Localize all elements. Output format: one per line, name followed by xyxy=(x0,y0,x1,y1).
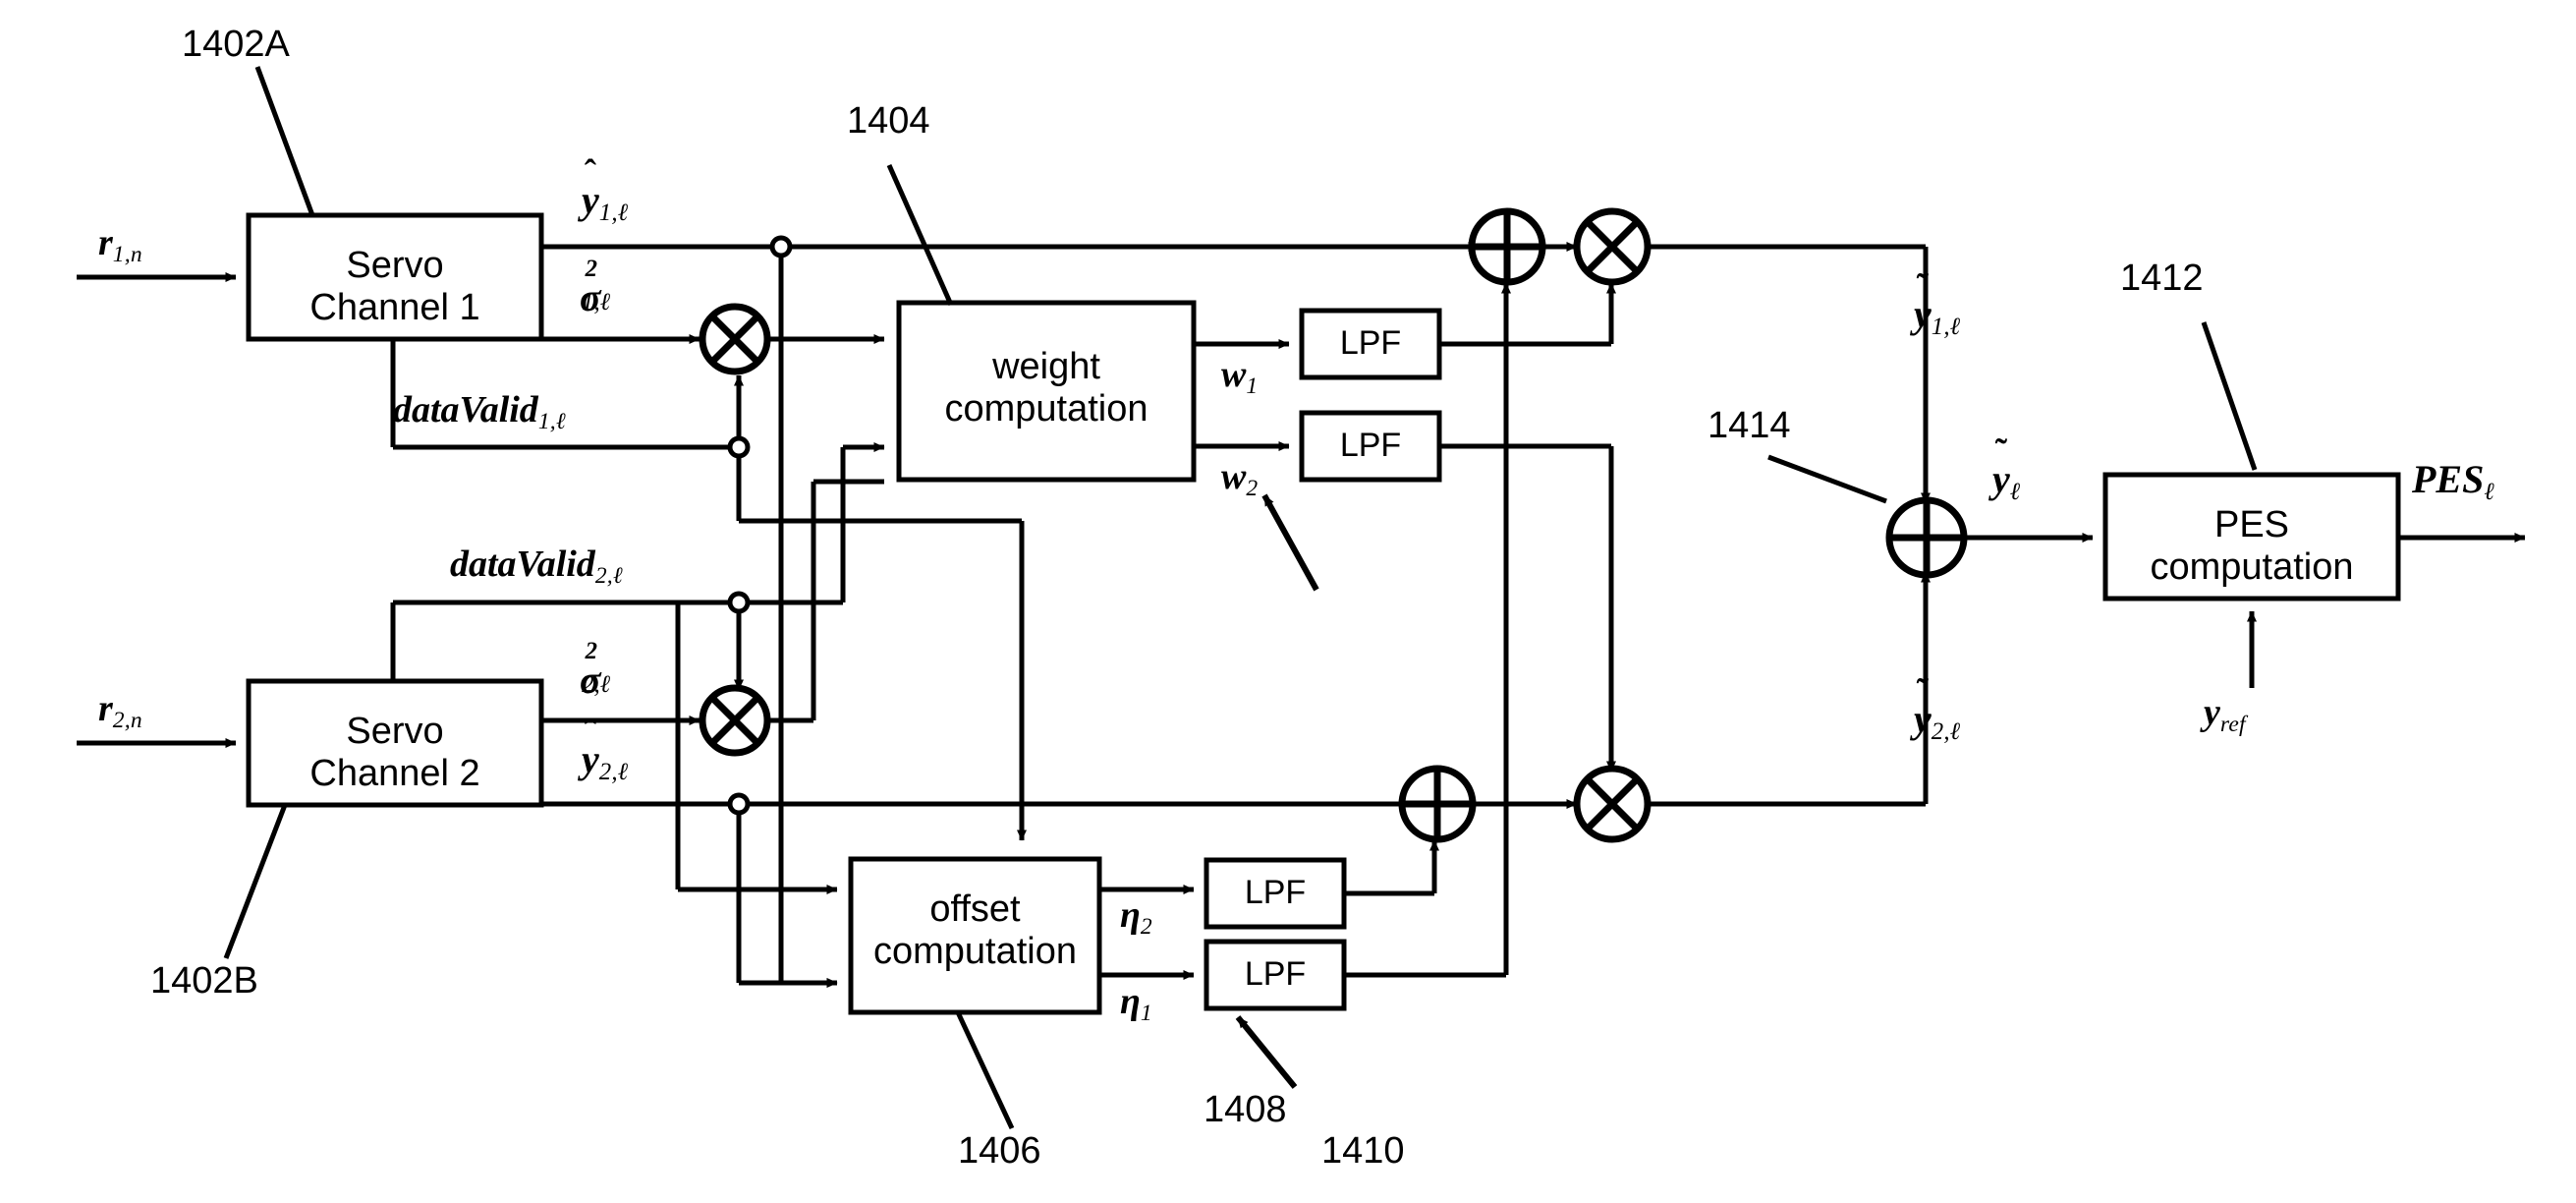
ref-1406: 1406 xyxy=(958,1130,1041,1172)
signal-sigma2: σ 2 2,ℓ xyxy=(580,637,611,702)
signal-ytilde2: y ˜ 2,ℓ xyxy=(1914,670,1961,746)
ref-1408: 1408 xyxy=(1204,1089,1287,1130)
ref-1404: 1404 xyxy=(847,100,930,142)
signal-r2n: r2,n xyxy=(98,688,142,734)
signal-w2: w2 xyxy=(1221,456,1259,502)
signal-eta2: η2 xyxy=(1120,894,1152,941)
ref-1412: 1412 xyxy=(2120,258,2204,299)
signal-datavalid2: dataValid2,ℓ xyxy=(450,544,623,590)
signal-yhat2: y ˆ 2,ℓ xyxy=(582,711,629,786)
signal-w1: w1 xyxy=(1221,354,1259,400)
signal-pes-out: PESℓ xyxy=(2412,457,2494,506)
ref-1402b: 1402B xyxy=(150,960,258,1002)
ref-1414: 1414 xyxy=(1708,405,1791,446)
signal-yref: yref xyxy=(2204,692,2246,738)
diagram-wiring xyxy=(77,66,2526,1130)
ref-1410: 1410 xyxy=(1321,1130,1405,1172)
signal-r1n: r1,n xyxy=(98,222,142,268)
signal-sigma1: σ 2 1,ℓ xyxy=(580,255,611,319)
signal-ytilde: y ˜ ℓ xyxy=(1992,430,2021,506)
signal-yhat1: y ˆ 1,ℓ xyxy=(582,151,629,227)
signal-eta1: η1 xyxy=(1120,981,1152,1027)
block-diagram-canvas: Servo Channel 1 Servo Channel 2 weight comp… xyxy=(0,0,2576,1203)
signal-ytilde1: y ˜ 1,ℓ xyxy=(1914,265,1961,341)
signal-datavalid1: dataValid1,ℓ xyxy=(393,389,566,435)
ref-1402a: 1402A xyxy=(182,24,290,65)
